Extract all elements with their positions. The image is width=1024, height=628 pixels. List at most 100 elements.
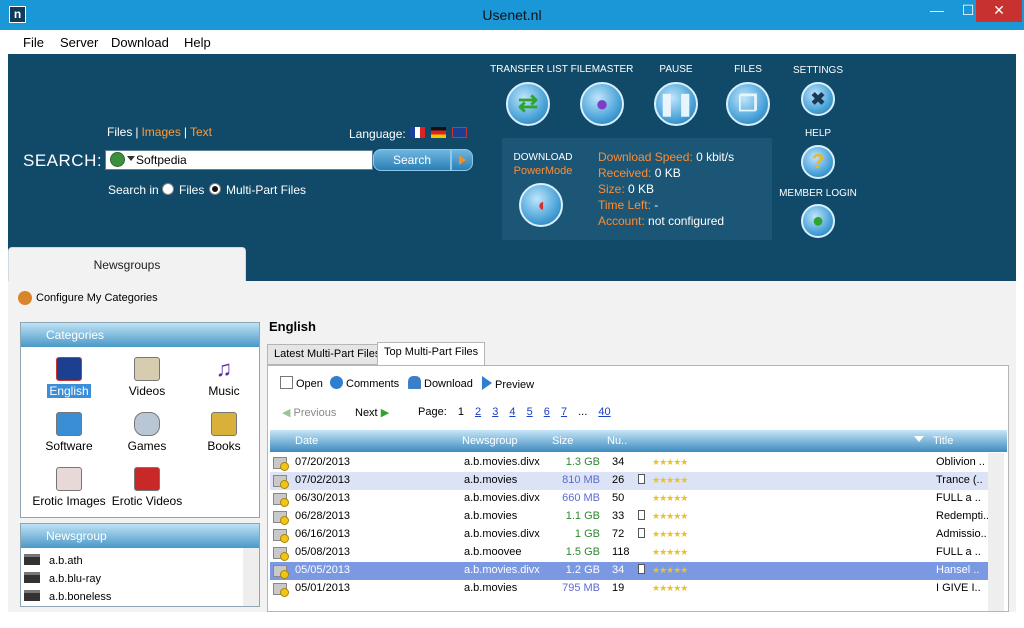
table-row[interactable]: 05/05/2013 a.b.movies.divx 1.2 GB 34 ★★★★★ Ha… <box>270 562 990 580</box>
table-row[interactable]: 06/16/2013 a.b.movies.divx 1 GB 72 ★★★★★ Admi… <box>270 526 990 544</box>
page-link[interactable]: 5 <box>527 406 533 418</box>
flag-uk-icon[interactable] <box>452 127 467 138</box>
settings-button[interactable]: ✖ <box>801 82 835 116</box>
page-link[interactable]: 6 <box>544 406 550 418</box>
newsgroup-scrollbar[interactable] <box>243 548 259 606</box>
page-link-last[interactable]: 40 <box>598 406 610 418</box>
rating-stars: ★★★★★ <box>652 547 688 557</box>
film-icon <box>134 357 160 381</box>
next-button[interactable]: Next ▶ <box>355 406 389 419</box>
tab-newsgroups[interactable]: Newsgroups <box>8 247 246 281</box>
radio-files-label: Files <box>179 183 205 197</box>
menu-file[interactable]: File <box>23 35 44 50</box>
info-icon[interactable] <box>638 528 645 538</box>
cell-title: FULL a .. <box>936 546 981 558</box>
category-english[interactable]: English <box>29 357 109 398</box>
page-title: English <box>269 319 316 334</box>
globe-icon[interactable] <box>110 152 125 167</box>
search-input[interactable] <box>105 150 373 170</box>
cell-date: 06/30/2013 <box>295 492 351 504</box>
info-icon[interactable] <box>638 564 645 574</box>
flag-german-icon[interactable] <box>431 127 446 138</box>
menu-help[interactable]: Help <box>184 35 211 50</box>
powermode-label: PowerMode <box>513 165 573 177</box>
help-button[interactable]: ? <box>801 145 835 179</box>
comments-button[interactable]: Comments <box>330 376 399 390</box>
newsgroup-item[interactable]: a.b.blu-ray <box>24 572 101 585</box>
search-label: SEARCH: <box>23 151 103 170</box>
category-software[interactable]: Software <box>29 412 109 453</box>
info-icon[interactable] <box>638 510 645 520</box>
tab-latest-multipart[interactable]: Latest Multi-Part Files <box>267 344 388 365</box>
download-button[interactable]: Download <box>408 376 473 390</box>
music-note-icon: ♫ <box>215 356 233 381</box>
table-row[interactable]: 05/08/2013 a.b.moovee 1.5 GB 118 ★★★★★ FULL a… <box>270 544 990 562</box>
category-music[interactable]: ♫ Music <box>184 356 264 399</box>
page-link[interactable]: 3 <box>492 406 498 418</box>
tab-top-multipart[interactable]: Top Multi-Part Files <box>377 342 486 366</box>
files-button[interactable]: ❐ <box>726 82 770 126</box>
window-title: Usenet.nl <box>482 7 542 23</box>
search-type-files[interactable]: Files <box>107 125 132 139</box>
rating-stars: ★★★★★ <box>652 511 688 521</box>
category-erotic-images[interactable]: Erotic Images <box>29 467 109 508</box>
cell-size: 1.2 GB <box>565 564 600 576</box>
column-newsgroup[interactable]: Newsgroup <box>462 435 518 447</box>
search-type-text[interactable]: Text <box>190 125 212 139</box>
category-games[interactable]: Games <box>107 412 187 453</box>
cell-number: 72 <box>612 528 625 540</box>
page-label: Page: <box>418 406 447 418</box>
radio-multipart[interactable] <box>209 183 221 195</box>
configure-categories-link[interactable]: Configure My Categories <box>18 291 158 305</box>
rating-stars: ★★★★★ <box>652 565 688 575</box>
cell-number: 34 <box>612 456 625 468</box>
cell-title: Hansel .. <box>936 564 980 576</box>
grid-scrollbar[interactable] <box>988 453 1004 611</box>
page-link[interactable]: 2 <box>475 406 481 418</box>
file-package-icon <box>273 583 289 597</box>
category-videos[interactable]: Videos <box>107 357 187 398</box>
cell-date: 06/16/2013 <box>295 528 351 540</box>
cell-title: Oblivion .. <box>936 456 985 468</box>
newsgroup-item[interactable]: a.b.boneless <box>24 590 111 603</box>
chevron-down-icon[interactable] <box>127 156 135 161</box>
search-type-links: Files | Images | Text <box>107 125 212 139</box>
column-number[interactable]: Nu.. <box>607 435 627 447</box>
member-login-button[interactable]: ● <box>801 204 835 238</box>
menu-download[interactable]: Download <box>111 35 169 50</box>
transfer-list-button[interactable]: ⇄ <box>506 82 550 126</box>
table-row[interactable]: 06/28/2013 a.b.movies 1.1 GB 33 ★★★★★ Redempt… <box>270 508 990 526</box>
info-icon[interactable] <box>638 474 645 484</box>
page-link[interactable]: 7 <box>561 406 567 418</box>
search-type-images[interactable]: Images <box>141 125 180 139</box>
column-size[interactable]: Size <box>552 435 573 447</box>
powermode-button[interactable]: ◖ <box>519 183 563 227</box>
table-row[interactable]: 05/01/2013 a.b.movies 795 MB 19 ★★★★★ I GIVE … <box>270 580 990 598</box>
column-date[interactable]: Date <box>295 435 318 447</box>
column-title[interactable]: Title <box>933 435 953 447</box>
file-package-icon <box>273 493 289 507</box>
clapperboard-icon <box>24 590 40 601</box>
file-package-icon <box>273 511 289 525</box>
flag-french-icon[interactable] <box>410 127 425 138</box>
category-books[interactable]: Books <box>184 412 264 453</box>
search-go-icon[interactable] <box>451 149 473 171</box>
page-link[interactable]: 4 <box>509 406 515 418</box>
search-button[interactable]: Search <box>373 149 451 171</box>
open-button[interactable]: Open <box>280 376 323 390</box>
table-row[interactable]: 07/20/2013 a.b.movies.divx 1.3 GB 34 ★★★★★ Ob… <box>270 454 990 472</box>
close-button[interactable]: ✕ <box>976 0 1022 22</box>
previous-button[interactable]: ◀ Previous <box>282 406 336 419</box>
filemaster-button[interactable]: ● <box>580 82 624 126</box>
menu-server[interactable]: Server <box>60 35 98 50</box>
minimize-button[interactable]: — <box>922 0 952 22</box>
newsgroup-item[interactable]: a.b.ath <box>24 554 83 567</box>
table-row[interactable]: 07/02/2013 a.b.movies 810 MB 26 ★★★★★ Trance … <box>270 472 990 490</box>
table-row[interactable]: 06/30/2013 a.b.movies.divx 660 MB 50 ★★★★★ FU… <box>270 490 990 508</box>
preview-button[interactable]: Preview <box>482 376 534 391</box>
category-erotic-videos[interactable]: Erotic Videos <box>107 467 187 508</box>
sort-chevron-down-icon[interactable] <box>914 436 924 442</box>
pause-button[interactable]: ❚❚ <box>654 82 698 126</box>
radio-files[interactable] <box>162 183 174 195</box>
newsgroup-panel: Newsgroup a.b.ath a.b.blu-ray a.b.bonele… <box>20 523 260 607</box>
